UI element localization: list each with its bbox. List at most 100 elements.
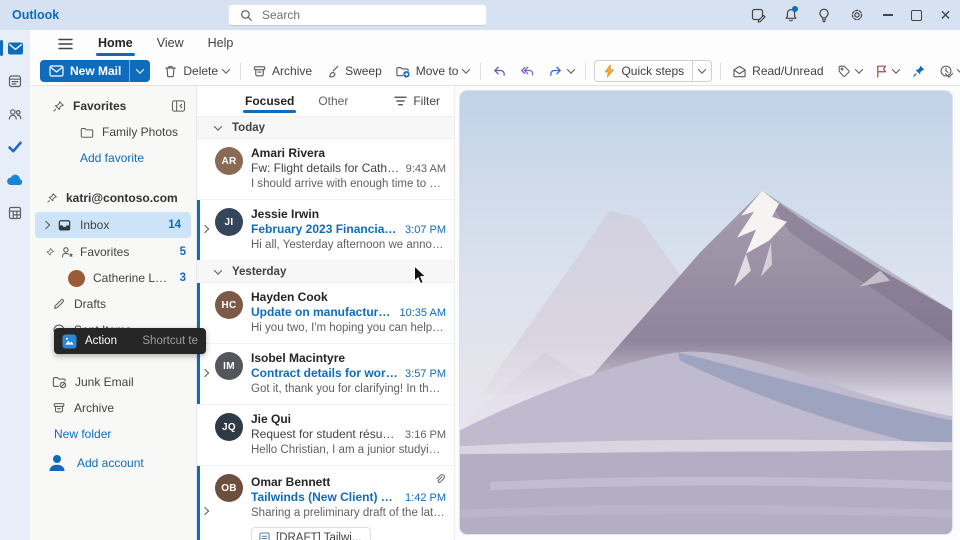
message-row[interactable]: AR Amari Rivera Fw: Flight details for C… [197,139,454,200]
new-mail-button[interactable]: New Mail [40,60,150,82]
rail-item-onedrive[interactable] [0,168,30,192]
maximize-button[interactable] [902,0,931,30]
minimize-icon [883,14,893,15]
chevron-right-icon[interactable] [201,506,209,514]
message-row[interactable]: HC Hayden Cook Update on manufacturing p… [197,283,454,344]
toolbar-divider [480,62,481,80]
hamburger-menu-button[interactable] [52,33,78,55]
paperclip-icon [434,473,446,486]
rail-item-calendar[interactable] [0,69,30,93]
delete-button[interactable]: Delete [157,61,235,82]
folder-pane: Favorites Family Photos Add favorite [30,86,197,540]
folder-drafts[interactable]: Drafts [30,291,196,317]
hamburger-menu-icon [58,38,73,50]
message-sender: Isobel Macintyre [251,351,345,366]
move-to-label: Move to [416,64,459,78]
favorites-header[interactable]: Favorites [30,93,196,119]
collapse-ribbon-button[interactable] [946,67,952,81]
tab-other[interactable]: Other [316,88,350,114]
notifications-button[interactable] [774,0,807,30]
new-folder-link[interactable]: New folder [30,421,196,447]
add-account-button[interactable]: Add account [30,447,196,479]
chevron-down-icon [854,65,862,73]
rail-item-apps[interactable] [0,201,30,225]
folder-favorites-people[interactable]: Favorites 5 [30,239,196,265]
categorize-button[interactable] [831,61,868,81]
mouse-cursor [413,265,428,286]
tab-focused[interactable]: Focused [243,88,296,114]
message-row[interactable]: OB Omar Bennett Tailwinds (New Client) C… [197,466,454,540]
avatar: HC [215,291,243,319]
tips-button[interactable] [807,0,840,30]
message-time: 3:07 PM [405,223,446,238]
message-sender: Omar Bennett [251,475,330,490]
quick-steps-button[interactable]: Quick steps [594,60,712,82]
ribbon-tab-view[interactable]: View [145,31,196,57]
archive-button[interactable]: Archive [246,61,318,82]
forward-button[interactable] [542,61,580,81]
my-day-icon [750,7,766,23]
reply-all-button[interactable] [514,61,541,81]
settings-button[interactable] [840,0,873,30]
ribbon-tab-help[interactable]: Help [196,31,246,57]
rail-item-people[interactable] [0,102,30,126]
envelope-open-icon [732,65,747,78]
folder-family-photos[interactable]: Family Photos [30,119,196,145]
reply-button[interactable] [486,61,513,81]
new-mail-dropdown[interactable] [129,60,150,82]
sweep-button[interactable]: Sweep [319,61,388,82]
ribbon-tab-home[interactable]: Home [86,31,145,57]
folder-inbox[interactable]: Inbox 14 [35,212,191,238]
people-icon [7,106,23,122]
ribbon-tabs-row: Home View Help [30,30,960,57]
chevron-right-icon[interactable] [201,369,209,377]
pin-icon [912,64,926,78]
add-favorite-link[interactable]: Add favorite [30,145,196,171]
trash-icon [163,64,178,79]
group-header-today[interactable]: Today [197,117,454,139]
attachment-chip[interactable]: [DRAFT] Tailwi... [251,527,371,540]
pin-icon [46,192,58,204]
message-list-header: Focused Other Filter [197,86,454,117]
chevron-right-icon[interactable] [201,225,209,233]
ribbon-toolbar: New Mail Delete Archive Sweep [30,57,960,86]
collapse-pane-button[interactable] [171,99,186,113]
folder-junk-email[interactable]: Junk Email [30,369,196,395]
read-unread-button[interactable]: Read/Unread [726,61,829,81]
flag-button[interactable] [869,61,905,81]
account-header[interactable]: katri@contoso.com [30,185,196,211]
quick-steps-dropdown[interactable] [692,61,711,81]
close-button[interactable]: ✕ [931,0,960,30]
message-subject: Request for student résumé review [251,427,399,442]
rail-item-mail[interactable] [0,36,30,60]
tab-label: Focused [245,94,294,108]
app-logo[interactable]: Outlook [12,8,59,22]
search-placeholder: Search [262,8,300,22]
minimize-button[interactable] [873,0,902,30]
pin-button[interactable] [906,61,932,81]
envelope-icon [49,65,64,77]
filter-button[interactable]: Filter [394,94,440,108]
move-to-button[interactable]: Move to [389,61,476,82]
document-icon [259,532,270,540]
archive-folder-label: Archive [74,401,114,415]
message-row[interactable]: JQ Jie Qui Request for student résumé re… [197,405,454,466]
reply-all-arrow-icon [520,64,535,78]
search-input[interactable]: Search [228,4,487,26]
chevron-down-icon [567,65,575,73]
folder-catherine[interactable]: Catherine Lanco... 3 [30,265,196,291]
group-label: Yesterday [232,266,286,278]
forward-arrow-icon [548,64,563,78]
message-row[interactable]: IM Isobel Macintyre Contract details for… [197,344,454,405]
folder-archive[interactable]: Archive [30,395,196,421]
my-day-button[interactable] [741,0,774,30]
chevron-down-icon [214,266,222,274]
pin-icon [52,100,65,113]
favorites-folder-label: Favorites [80,245,129,259]
message-time: 1:42 PM [405,491,446,506]
message-time: 9:43 AM [406,162,446,177]
message-row[interactable]: JI Jessie Irwin February 2023 Financial … [197,200,454,261]
archive-box-icon [52,401,66,415]
collapse-ribbon-chevron-icon [945,69,953,77]
rail-item-todo[interactable] [0,135,30,159]
